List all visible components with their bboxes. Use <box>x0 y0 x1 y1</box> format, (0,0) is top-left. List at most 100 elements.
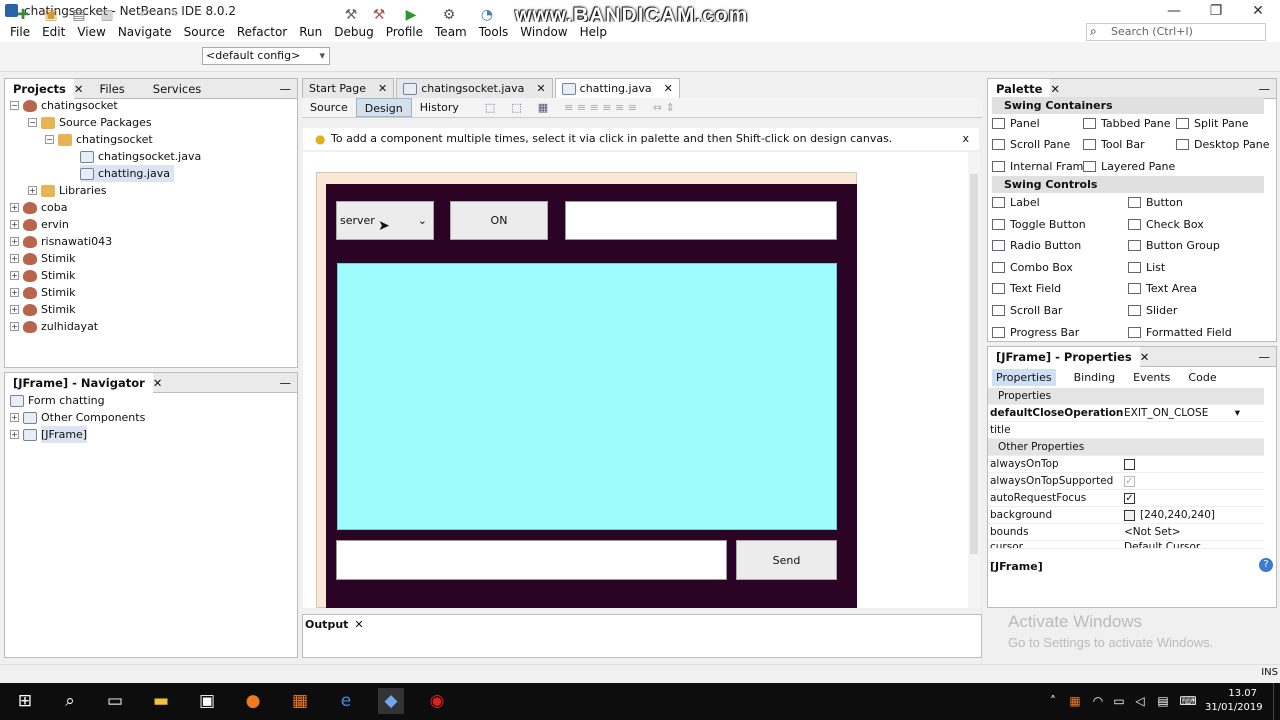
bandicam-icon[interactable]: ▦ <box>287 688 313 714</box>
netbeans-icon[interactable]: ◆ <box>378 688 404 714</box>
navigator-item[interactable]: + Other Components <box>10 409 145 426</box>
palette-item-slider[interactable]: Slider <box>1128 301 1177 319</box>
close-icon[interactable]: ✕ <box>664 79 673 99</box>
tree-item-selected[interactable]: chatting.java <box>80 165 174 182</box>
menu-team[interactable]: Team <box>429 25 473 39</box>
navigator-item[interactable]: Form chatting <box>10 392 105 409</box>
windows-start-icon[interactable]: ⊞ <box>12 688 38 714</box>
palette-item-button-group[interactable]: Button Group <box>1128 236 1220 254</box>
close-icon[interactable]: ✕ <box>1050 82 1060 96</box>
expand-icon[interactable]: + <box>10 430 19 439</box>
menu-edit[interactable]: Edit <box>36 25 71 39</box>
tab-services[interactable]: Services <box>145 79 210 99</box>
chat-text-area[interactable] <box>337 263 837 530</box>
menu-refactor[interactable]: Refactor <box>231 25 293 39</box>
property-value[interactable]: Default Cursor <box>1124 541 1200 548</box>
menu-run[interactable]: Run <box>293 25 328 39</box>
palette-item-check-box[interactable]: Check Box <box>1128 215 1204 233</box>
on-button[interactable]: ON <box>450 201 548 240</box>
profile-icon[interactable]: ◔ <box>476 4 498 26</box>
menu-source[interactable]: Source <box>178 25 231 39</box>
expand-icon[interactable]: + <box>10 254 19 263</box>
palette-item-radio-button[interactable]: Radio Button <box>992 236 1081 254</box>
palette-item-toggle-button[interactable]: Toggle Button <box>992 215 1086 233</box>
undo-icon[interactable]: ↶ <box>134 4 156 26</box>
save-all-icon[interactable]: ▥ <box>96 4 118 26</box>
palette-item-combo-box[interactable]: Combo Box <box>992 258 1073 276</box>
preview-icon[interactable]: ▦ <box>530 98 556 117</box>
palette-section-containers[interactable]: Swing Containers <box>992 97 1264 114</box>
help-icon[interactable]: ? <box>1259 558 1273 572</box>
expand-icon[interactable]: + <box>10 220 19 229</box>
palette-item-internal-frame[interactable]: Internal Frame <box>992 157 1090 175</box>
close-icon[interactable]: ✕ <box>536 79 545 99</box>
property-section[interactable]: Other Properties <box>988 439 1264 456</box>
palette-item-layered-pane[interactable]: Layered Pane <box>1083 157 1175 175</box>
expand-icon[interactable]: + <box>10 305 19 314</box>
close-icon[interactable]: ✕ <box>354 618 363 631</box>
send-button[interactable]: Send <box>736 540 837 580</box>
new-project-icon[interactable]: ▣ <box>40 4 62 26</box>
tree-item[interactable]: chatingsocket.java <box>80 148 201 165</box>
message-input[interactable] <box>336 540 727 580</box>
maximize-button[interactable]: ❐ <box>1194 0 1238 22</box>
tab-binding[interactable]: Binding <box>1074 371 1116 384</box>
selection-mode-icon[interactable]: ⬚ <box>477 98 503 117</box>
palette-item-scroll-bar[interactable]: Scroll Bar <box>992 301 1062 319</box>
clock[interactable]: 13.07 31/01/2019 <box>1205 687 1263 715</box>
property-row[interactable]: autoRequestFocus ✓ <box>988 490 1264 507</box>
palette-item-split-pane[interactable]: Split Pane <box>1176 114 1249 132</box>
property-row[interactable]: title <box>988 422 1264 439</box>
palette-item-list[interactable]: List <box>1128 258 1165 276</box>
tab-properties[interactable]: Properties <box>992 368 1056 386</box>
tab-chatting-java[interactable]: chatting.java ✕ <box>554 78 680 99</box>
record-icon[interactable]: ◉ <box>424 688 450 714</box>
config-select[interactable]: <default config> <box>202 47 330 65</box>
tree-item[interactable]: + Stimik <box>10 301 76 318</box>
palette-title[interactable]: Palette <box>988 78 1051 99</box>
top-text-field[interactable] <box>565 201 837 240</box>
menu-profile[interactable]: Profile <box>380 25 429 39</box>
tree-item[interactable]: + Stimik <box>10 267 76 284</box>
property-row[interactable]: alwaysOnTopSupported ✓ <box>988 473 1264 490</box>
palette-item-text-field[interactable]: Text Field <box>992 279 1061 297</box>
keyboard-icon[interactable]: ⌨ <box>1175 688 1201 714</box>
checkbox[interactable] <box>1124 458 1135 470</box>
navigator-item[interactable]: + [JFrame] <box>10 426 88 443</box>
search-icon[interactable]: ⌕ <box>57 688 83 714</box>
properties-title[interactable]: [JFrame] - Properties <box>988 346 1140 367</box>
property-value[interactable]: EXIT_ON_CLOSE <box>1124 407 1208 419</box>
debug-icon[interactable]: ⚙ <box>438 4 460 26</box>
tree-item[interactable]: + Stimik <box>10 250 76 267</box>
property-row[interactable]: alwaysOnTop <box>988 456 1264 473</box>
menu-file[interactable]: File <box>4 25 36 39</box>
scroll-thumb[interactable] <box>970 174 978 554</box>
minimize-panel-icon[interactable]: — <box>1259 82 1271 96</box>
menu-navigate[interactable]: Navigate <box>112 25 178 39</box>
minimize-panel-icon[interactable]: — <box>1259 350 1271 364</box>
menu-window[interactable]: Window <box>514 25 573 39</box>
new-file-icon[interactable]: ✚ <box>12 4 34 26</box>
expand-icon[interactable]: + <box>10 203 19 212</box>
tab-source[interactable]: Source <box>302 98 356 117</box>
close-icon[interactable]: ✕ <box>1140 350 1150 364</box>
tree-item[interactable]: + coba <box>10 199 68 216</box>
tree-item[interactable]: + zulhidayat <box>10 318 98 335</box>
tab-code[interactable]: Code <box>1188 371 1216 384</box>
menu-tools[interactable]: Tools <box>473 25 515 39</box>
close-icon[interactable]: ✕ <box>378 79 387 99</box>
tab-start-page[interactable]: Start Page ✕ <box>302 78 395 99</box>
navigator-title[interactable]: [JFrame] - Navigator <box>5 372 153 393</box>
palette-item-desktop-pane[interactable]: Desktop Pane <box>1176 135 1269 153</box>
output-title[interactable]: Output <box>305 618 348 631</box>
palette-section-controls[interactable]: Swing Controls <box>992 176 1264 193</box>
align-icon[interactable]: ≡ ≡ ≡ ≡ ≡ ≡ <box>556 98 645 117</box>
palette-item-button[interactable]: Button <box>1128 193 1183 211</box>
connection-mode-icon[interactable]: ⬚ <box>503 98 529 117</box>
palette-item-text-area[interactable]: Text Area <box>1128 279 1197 297</box>
collapse-icon[interactable]: − <box>10 101 19 110</box>
file-explorer-icon[interactable]: ▬ <box>148 688 174 714</box>
clean-build-icon[interactable]: ⚒ <box>368 4 390 26</box>
tree-item[interactable]: + Libraries <box>28 182 107 199</box>
property-value[interactable]: <Not Set> <box>1124 526 1181 538</box>
